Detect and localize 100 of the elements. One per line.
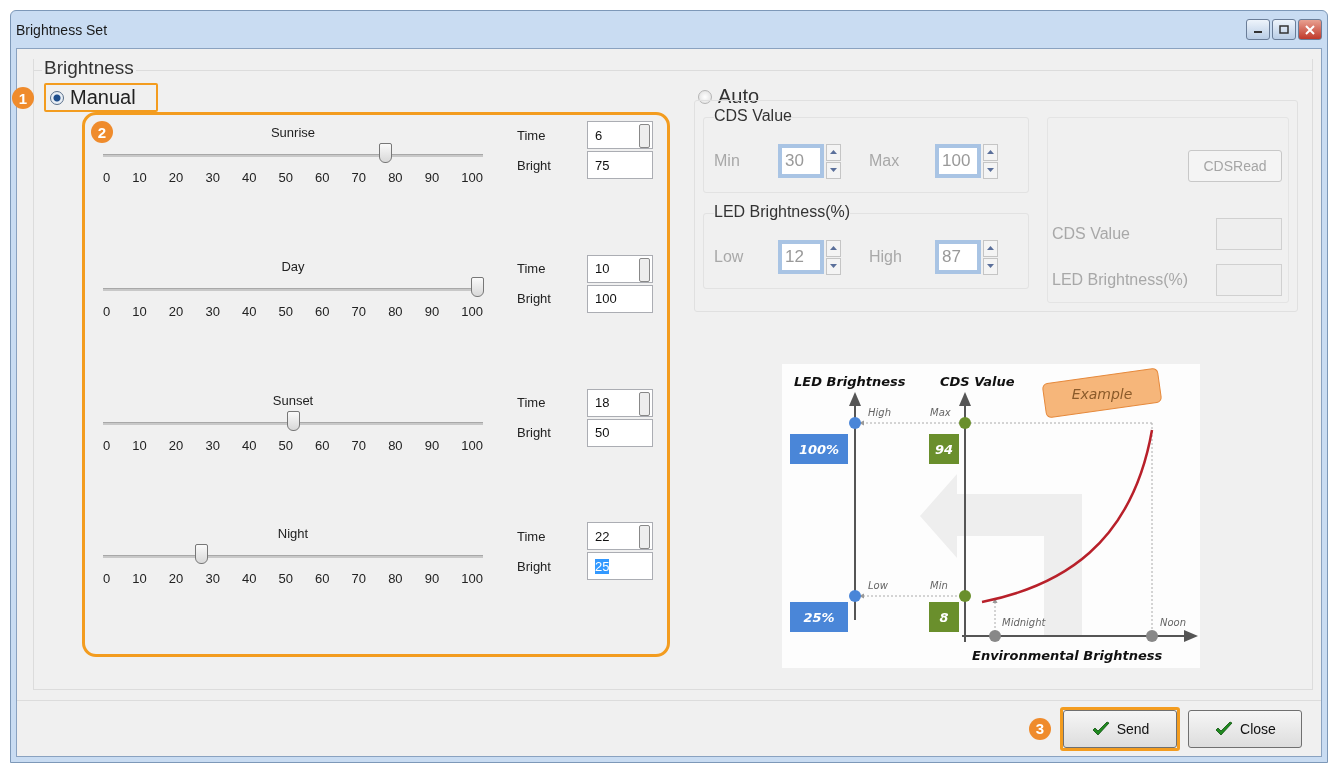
axis-label: High: [868, 407, 891, 418]
axis-label: Max: [930, 407, 951, 418]
tick-label: 60: [315, 170, 330, 185]
spin-down-icon[interactable]: [826, 257, 841, 275]
time-dropdown[interactable]: 10: [587, 254, 653, 283]
close-icon[interactable]: [1298, 19, 1322, 40]
spin-down-icon[interactable]: [983, 257, 998, 275]
slider-thumb[interactable]: [287, 410, 300, 431]
example-label: Example: [1071, 386, 1133, 402]
minimize-icon[interactable]: [1246, 19, 1270, 40]
slider-label: Sunset: [272, 392, 314, 408]
tick-label: 50: [278, 571, 293, 587]
noon-point: [1146, 630, 1158, 642]
tick-label: 40: [241, 303, 257, 319]
axis-title: Environmental Brightness: [972, 648, 1163, 663]
axis-label: Noon: [1160, 617, 1187, 628]
maximize-icon[interactable]: [1272, 19, 1296, 40]
tick-label: 30: [205, 170, 220, 185]
tick-label: 80: [388, 437, 403, 453]
tick-label: 0: [103, 437, 111, 453]
tick-label: 60: [315, 571, 330, 587]
tick-label: 40: [241, 571, 257, 587]
tick-label: 100: [461, 303, 483, 319]
step-badge: 3: [1029, 717, 1051, 740]
tick-label: 10: [132, 170, 147, 185]
tick-label: 10: [132, 303, 147, 319]
tick-label: 70: [351, 303, 367, 319]
spin-up-icon[interactable]: [826, 239, 841, 257]
send-button[interactable]: Send: [1063, 709, 1177, 748]
close-button[interactable]: Close: [1188, 709, 1302, 748]
tick-label: 30: [205, 571, 220, 587]
time-label: Time: [517, 261, 547, 277]
axis-label: Low: [868, 580, 888, 591]
tick-label: 20: [168, 437, 184, 453]
tick-label: 20: [168, 170, 184, 185]
tick-label: 30: [205, 303, 220, 319]
tick-label: 100: [461, 571, 483, 587]
value-tag: [929, 434, 959, 464]
slider-thumb[interactable]: [195, 544, 208, 565]
tag-value: 8: [939, 610, 949, 625]
axis-title: CDS Value: [940, 374, 1015, 389]
step-badge: 2: [91, 121, 113, 143]
value-tag: [929, 602, 959, 632]
spin-down-icon[interactable]: [826, 161, 841, 179]
slider-thumb[interactable]: [379, 143, 392, 163]
tick-label: 10: [132, 571, 147, 587]
spin-up-icon[interactable]: [826, 143, 841, 161]
selected-text: 100: [595, 291, 617, 307]
axis-label: Min: [930, 580, 948, 591]
tick-label: 20: [168, 571, 184, 587]
spin-up-icon[interactable]: [983, 143, 998, 161]
time-label: Time: [517, 528, 547, 544]
tick-label: 70: [351, 170, 367, 185]
tick-label: 0: [103, 170, 111, 185]
tick-label: 90: [424, 571, 440, 587]
tag-value: 25%: [803, 610, 835, 625]
min-point: [959, 590, 971, 602]
axis-title: LED Brightness: [794, 374, 906, 389]
step-badge: 1: [12, 87, 34, 109]
bright-label: Bright: [517, 291, 552, 307]
value-tag: [790, 602, 848, 632]
bright-field[interactable]: 50: [587, 418, 653, 447]
max-point: [959, 417, 971, 429]
spin-down-icon[interactable]: [983, 161, 998, 179]
tick-label: 0: [103, 303, 111, 319]
high-point: [849, 417, 861, 429]
bright-field[interactable]: 100: [587, 284, 653, 313]
tick-label: 70: [351, 437, 367, 453]
value-tag: [790, 434, 848, 464]
tick-label: 70: [351, 571, 367, 587]
selected-text: 50: [595, 425, 610, 440]
group-title: LED Brightness(%): [714, 203, 851, 221]
selected-text: 25: [595, 558, 610, 574]
time-dropdown[interactable]: 18: [587, 388, 653, 417]
low-label: Low: [714, 248, 745, 266]
tick-label: 60: [315, 303, 330, 319]
tick-label: 90: [424, 170, 440, 185]
tag-value: 94: [934, 442, 954, 457]
cds-value-field[interactable]: [1216, 218, 1282, 250]
tick-label: 10: [132, 437, 147, 453]
tick-label: 20: [168, 303, 184, 319]
tick-label: 0: [103, 571, 111, 587]
bright-field[interactable]: 75: [587, 151, 653, 179]
tick-label: 50: [278, 437, 293, 453]
spin-up-icon[interactable]: [983, 239, 998, 257]
tick-label: 30: [205, 437, 220, 453]
bright-label: Bright: [517, 157, 552, 173]
time-dropdown[interactable]: 6: [587, 121, 653, 149]
tick-label: 50: [278, 303, 293, 319]
checkmark-icon: [1090, 720, 1111, 737]
time-label: Time: [517, 395, 547, 410]
high-label: High: [869, 248, 903, 266]
slider-label: Sunrise: [270, 125, 316, 140]
slider-thumb[interactable]: [471, 276, 484, 297]
time-dropdown[interactable]: 22: [587, 522, 653, 551]
slider-label: Night: [277, 526, 309, 542]
selected-text: 75: [595, 157, 610, 173]
time-label: Time: [517, 127, 547, 143]
tick-label: 100: [461, 437, 483, 453]
led-brightness-field[interactable]: [1216, 264, 1282, 296]
